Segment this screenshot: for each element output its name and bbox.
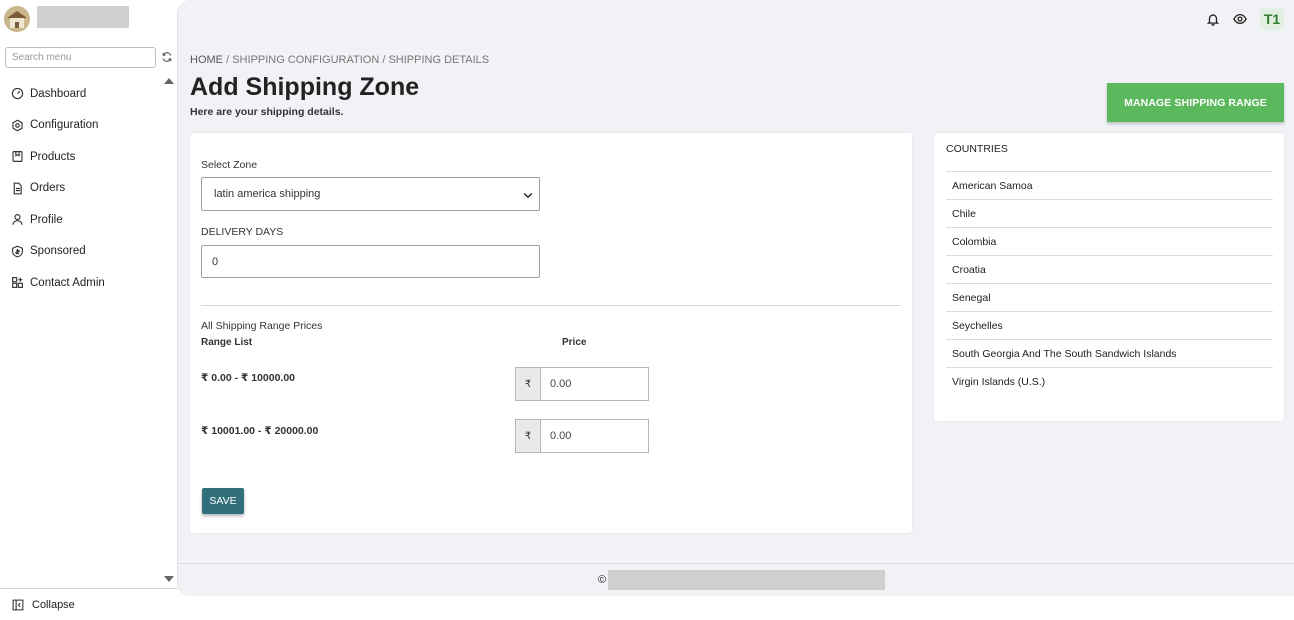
store-name-placeholder: [37, 6, 129, 28]
breadcrumb-shipping-details: SHIPPING DETAILS: [388, 54, 490, 66]
countries-card: COUNTRIES American Samoa Chile Colombia …: [934, 133, 1284, 421]
bell-icon[interactable]: [1206, 12, 1220, 26]
configuration-icon: [12, 119, 23, 132]
page-footer: ©: [178, 563, 1294, 596]
breadcrumb-shipping-configuration[interactable]: SHIPPING CONFIGURATION: [232, 54, 379, 66]
page-subtitle: Here are your shipping details.: [190, 106, 344, 118]
sidebar-item-configuration[interactable]: Configuration: [0, 110, 160, 142]
scroll-down-arrow[interactable]: [164, 576, 174, 582]
sidebar-item-dashboard[interactable]: Dashboard: [0, 78, 160, 110]
sidebar-item-label: Orders: [30, 182, 66, 195]
price-input-group: ₹: [515, 419, 649, 453]
copyright-symbol: ©: [598, 574, 607, 586]
divider: [201, 305, 901, 306]
zone-select[interactable]: latin america shipping: [201, 177, 540, 211]
price-header: Price: [562, 337, 587, 348]
breadcrumb-home[interactable]: HOME: [190, 54, 223, 66]
manage-shipping-range-button[interactable]: MANAGE SHIPPING RANGE: [1107, 83, 1284, 122]
sidebar-item-sponsored[interactable]: Sponsored: [0, 236, 160, 268]
footer-text-placeholder: [608, 570, 885, 590]
price-input-group: ₹: [515, 367, 649, 401]
orders-icon: [13, 182, 22, 195]
list-item: South Georgia And The South Sandwich Isl…: [946, 340, 1273, 368]
contact-admin-icon: [12, 277, 23, 289]
breadcrumb-separator: /: [226, 54, 230, 66]
list-item: Chile: [946, 200, 1273, 228]
page-title: Add Shipping Zone: [190, 73, 420, 101]
main-content: T1 HOME / SHIPPING CONFIGURATION / SHIPP…: [177, 0, 1294, 596]
sidebar-item-label: Dashboard: [30, 87, 87, 100]
search-menu-input[interactable]: [5, 47, 156, 68]
price-input[interactable]: [541, 419, 649, 453]
sidebar-item-profile[interactable]: Profile: [0, 204, 160, 236]
collapse-label: Collapse: [32, 598, 75, 611]
delivery-days-input[interactable]: [201, 245, 540, 278]
zone-select-value: latin america shipping: [214, 188, 321, 200]
list-item: Colombia: [946, 228, 1273, 256]
list-item: Senegal: [946, 284, 1273, 312]
sidebar-menu: Dashboard Configuration Products Orders …: [0, 78, 160, 299]
sidebar-item-contact-admin[interactable]: Contact Admin: [0, 267, 160, 299]
range-row-label: ₹ 10001.00 - ₹ 20000.00: [201, 425, 319, 437]
select-zone-label: Select Zone: [201, 159, 258, 171]
sidebar-item-label: Contact Admin: [30, 276, 105, 289]
list-item: Seychelles: [946, 312, 1273, 340]
collapse-button[interactable]: Collapse: [0, 588, 178, 620]
store-logo[interactable]: [4, 6, 30, 32]
sidebar-item-label: Profile: [30, 213, 63, 226]
refresh-icon[interactable]: [161, 51, 173, 63]
shipping-zone-form: Select Zone latin america shipping DELIV…: [190, 133, 912, 533]
sidebar-item-label: Sponsored: [30, 245, 86, 258]
delivery-days-label: DELIVERY DAYS: [201, 226, 284, 238]
breadcrumb: HOME / SHIPPING CONFIGURATION / SHIPPING…: [190, 54, 489, 66]
chevron-down-icon: [523, 192, 533, 199]
breadcrumb-separator: /: [382, 54, 386, 66]
save-button[interactable]: SAVE: [202, 488, 244, 514]
countries-list: American Samoa Chile Colombia Croatia Se…: [946, 171, 1273, 396]
user-avatar[interactable]: T1: [1260, 8, 1284, 30]
sidebar-item-label: Configuration: [30, 119, 99, 132]
sidebar-item-orders[interactable]: Orders: [0, 173, 160, 205]
products-icon: [12, 151, 23, 163]
topbar-actions: T1: [1206, 8, 1284, 30]
sidebar: Dashboard Configuration Products Orders …: [0, 0, 178, 620]
shipping-range-heading: All Shipping Range Prices: [201, 320, 323, 332]
list-item: American Samoa: [946, 172, 1273, 200]
range-row-label: ₹ 0.00 - ₹ 10000.00: [201, 372, 296, 384]
price-input[interactable]: [541, 367, 649, 401]
sponsored-icon: [12, 245, 23, 258]
list-item: Croatia: [946, 256, 1273, 284]
profile-icon: [12, 214, 23, 226]
rupee-prefix: ₹: [515, 367, 541, 401]
sidebar-item-label: Products: [30, 150, 76, 163]
eye-icon[interactable]: [1233, 12, 1247, 26]
list-item: Virgin Islands (U.S.): [952, 376, 1046, 388]
range-list-header: Range List: [201, 337, 253, 348]
scroll-up-arrow[interactable]: [164, 78, 174, 84]
sidebar-item-products[interactable]: Products: [0, 141, 160, 173]
dashboard-icon: [11, 88, 24, 100]
collapse-icon: [12, 599, 24, 610]
rupee-prefix: ₹: [515, 419, 541, 453]
countries-title: COUNTRIES: [946, 143, 1008, 155]
